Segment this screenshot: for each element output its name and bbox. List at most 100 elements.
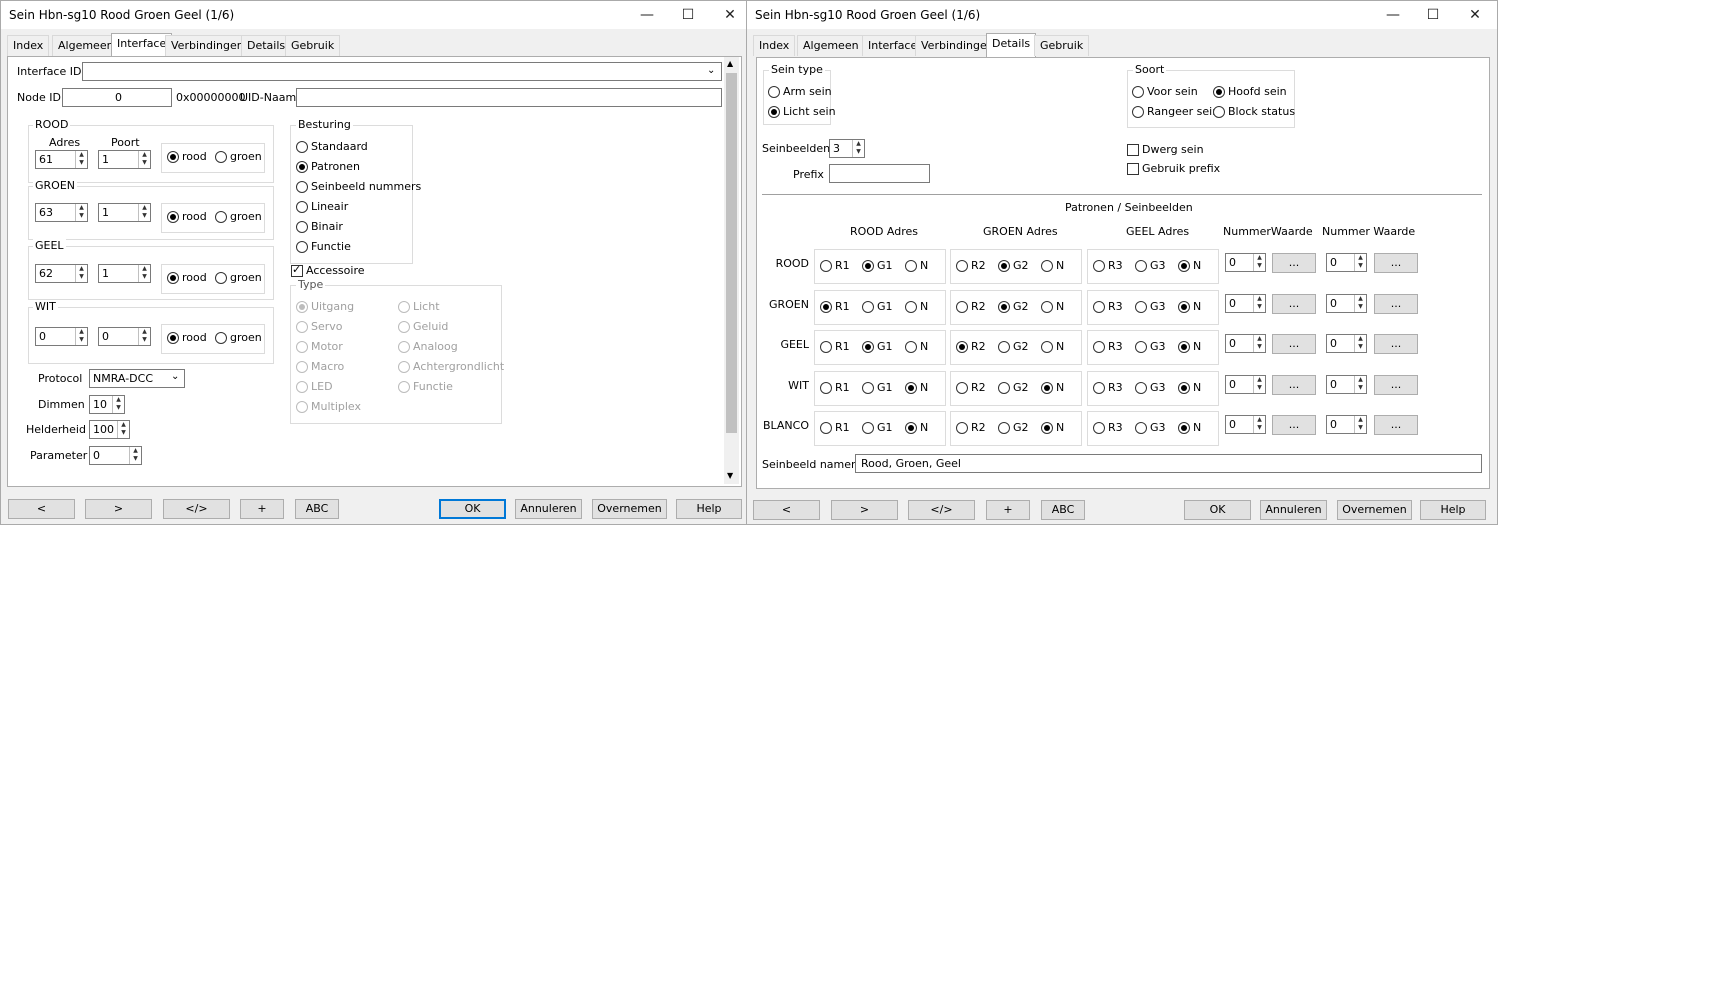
pattern-radio-g2[interactable]: G2	[998, 340, 1029, 354]
vertical-scrollbar[interactable]: ▲ ▼	[724, 57, 739, 484]
pattern-radio-n[interactable]: N	[1041, 300, 1064, 314]
nummerwaarde-spinner[interactable]: 0 ▲ ▼	[1225, 334, 1266, 353]
uid-naam-field[interactable]	[296, 88, 722, 107]
pattern-radio-g3[interactable]: G3	[1135, 381, 1166, 395]
pattern-radio-r1[interactable]: R1	[820, 259, 850, 273]
abc-button[interactable]: ABC	[295, 499, 339, 519]
pattern-radio-r2[interactable]: R2	[956, 340, 986, 354]
pattern-radio-r3[interactable]: R3	[1093, 381, 1123, 395]
prev-button[interactable]: <	[753, 500, 820, 520]
nummer-waarde-spinner[interactable]: 0 ▲ ▼	[1326, 253, 1367, 272]
radio-binair[interactable]: Binair	[296, 220, 343, 234]
pattern-radio-n[interactable]: N	[1178, 381, 1201, 395]
pattern-radio-r2[interactable]: R2	[956, 381, 986, 395]
radio-lineair[interactable]: Lineair	[296, 200, 348, 214]
pattern-radio-n[interactable]: N	[905, 300, 928, 314]
node-id-field[interactable]: 0	[62, 88, 172, 107]
ok-button[interactable]: OK	[439, 499, 506, 519]
xml-button[interactable]: </>	[908, 500, 975, 520]
seinbeelden-spinner[interactable]: 3 ▲ ▼	[829, 139, 865, 158]
poort-spinner[interactable]: 1 ▲ ▼	[98, 150, 151, 169]
radio-groen[interactable]: groen	[215, 331, 262, 345]
radio-standaard[interactable]: Standaard	[296, 140, 368, 154]
radio-rood[interactable]: rood	[167, 331, 207, 345]
pattern-radio-g1[interactable]: G1	[862, 259, 893, 273]
pattern-radio-g3[interactable]: G3	[1135, 259, 1166, 273]
help-button[interactable]: Help	[676, 499, 742, 519]
abc-button[interactable]: ABC	[1041, 500, 1085, 520]
ellipsis-button[interactable]: ...	[1272, 293, 1316, 314]
ellipsis-button[interactable]: ...	[1272, 334, 1316, 354]
radio-arm-sein[interactable]: Arm sein	[768, 85, 832, 99]
radio-groen[interactable]: groen	[215, 210, 262, 224]
seinbeeld-namen-field[interactable]: Rood, Groen, Geel	[855, 454, 1482, 473]
ellipsis-button[interactable]: ...	[1374, 334, 1418, 354]
tab-details[interactable]: Details	[986, 33, 1037, 57]
ok-button[interactable]: OK	[1184, 500, 1251, 520]
nummer-waarde-spinner[interactable]: 0 ▲ ▼	[1326, 374, 1367, 394]
pattern-radio-g1[interactable]: G1	[862, 300, 893, 314]
radio-rangeer-sein[interactable]: Rangeer sein	[1132, 105, 1219, 119]
tab-verbindingen[interactable]: Verbindingen	[165, 35, 250, 56]
pattern-radio-g2[interactable]: G2	[998, 421, 1029, 435]
nummer-waarde-spinner[interactable]: 0 ▲ ▼	[1326, 293, 1367, 313]
pattern-radio-n[interactable]: N	[1178, 340, 1201, 354]
next-button[interactable]: >	[831, 500, 898, 520]
ellipsis-button[interactable]: ...	[1374, 293, 1418, 314]
adres-spinner[interactable]: 63 ▲ ▼	[35, 203, 88, 222]
pattern-radio-r1[interactable]: R1	[820, 421, 850, 435]
adres-spinner[interactable]: 62 ▲ ▼	[35, 264, 88, 283]
radio-patronen[interactable]: Patronen	[296, 160, 360, 174]
chevron-down-icon[interactable]: ⌄	[707, 65, 715, 76]
pattern-radio-r2[interactable]: R2	[956, 300, 986, 314]
pattern-radio-r3[interactable]: R3	[1093, 300, 1123, 314]
pattern-radio-n[interactable]: N	[905, 381, 928, 395]
cancel-button[interactable]: Annuleren	[515, 499, 582, 519]
radio-block-status[interactable]: Block status	[1213, 105, 1295, 119]
adres-spinner[interactable]: 0 ▲ ▼	[35, 327, 88, 346]
prev-button[interactable]: <	[8, 499, 75, 519]
minimize-icon[interactable]: —	[1383, 5, 1403, 25]
pattern-radio-g2[interactable]: G2	[998, 259, 1029, 273]
pattern-radio-n[interactable]: N	[1178, 421, 1201, 435]
tab-gebruik[interactable]: Gebruik	[1034, 35, 1090, 56]
radio-rood[interactable]: rood	[167, 210, 207, 224]
xml-button[interactable]: </>	[163, 499, 230, 519]
pattern-radio-r1[interactable]: R1	[820, 300, 850, 314]
radio-rood[interactable]: rood	[167, 271, 207, 285]
ellipsis-button[interactable]: ...	[1374, 374, 1418, 395]
dwerg-sein-checkbox[interactable]: Dwerg sein	[1127, 143, 1204, 157]
adres-spinner[interactable]: 61 ▲ ▼	[35, 150, 88, 169]
radio-licht-sein[interactable]: Licht sein	[768, 105, 836, 119]
pattern-radio-g2[interactable]: G2	[998, 381, 1029, 395]
pattern-radio-r3[interactable]: R3	[1093, 340, 1123, 354]
nummerwaarde-spinner[interactable]: 0 ▲ ▼	[1225, 293, 1266, 313]
radio-groen[interactable]: groen	[215, 271, 262, 285]
ellipsis-button[interactable]: ...	[1272, 374, 1316, 395]
interface-id-combo[interactable]	[82, 62, 722, 81]
tab-algemeen[interactable]: Algemeen	[52, 35, 120, 56]
radio-groen[interactable]: groen	[215, 150, 262, 164]
scroll-down-icon[interactable]: ▼	[727, 471, 733, 480]
nummerwaarde-spinner[interactable]: 0 ▲ ▼	[1225, 374, 1266, 394]
ellipsis-button[interactable]: ...	[1272, 253, 1316, 273]
tab-algemeen[interactable]: Algemeen	[797, 35, 865, 56]
close-icon[interactable]: ✕	[720, 5, 740, 25]
minimize-icon[interactable]: —	[637, 5, 657, 25]
pattern-radio-n[interactable]: N	[1178, 300, 1201, 314]
right-title-bar[interactable]: Sein Hbn-sg10 Rood Groen Geel (1/6) — ☐ …	[747, 1, 1497, 29]
nummerwaarde-spinner[interactable]: 0 ▲ ▼	[1225, 253, 1266, 272]
poort-spinner[interactable]: 1 ▲ ▼	[98, 203, 151, 222]
radio-functie[interactable]: Functie	[296, 240, 351, 254]
pattern-radio-n[interactable]: N	[905, 259, 928, 273]
pattern-radio-g3[interactable]: G3	[1135, 421, 1166, 435]
accessoire-checkbox[interactable]: Accessoire	[291, 263, 365, 278]
scroll-up-icon[interactable]: ▲	[727, 59, 733, 68]
ellipsis-button[interactable]: ...	[1374, 253, 1418, 273]
pattern-radio-n[interactable]: N	[905, 421, 928, 435]
maximize-icon[interactable]: ☐	[1423, 5, 1443, 25]
ellipsis-button[interactable]: ...	[1374, 415, 1418, 435]
help-button[interactable]: Help	[1420, 500, 1486, 520]
pattern-radio-r3[interactable]: R3	[1093, 259, 1123, 273]
ellipsis-button[interactable]: ...	[1272, 415, 1316, 435]
